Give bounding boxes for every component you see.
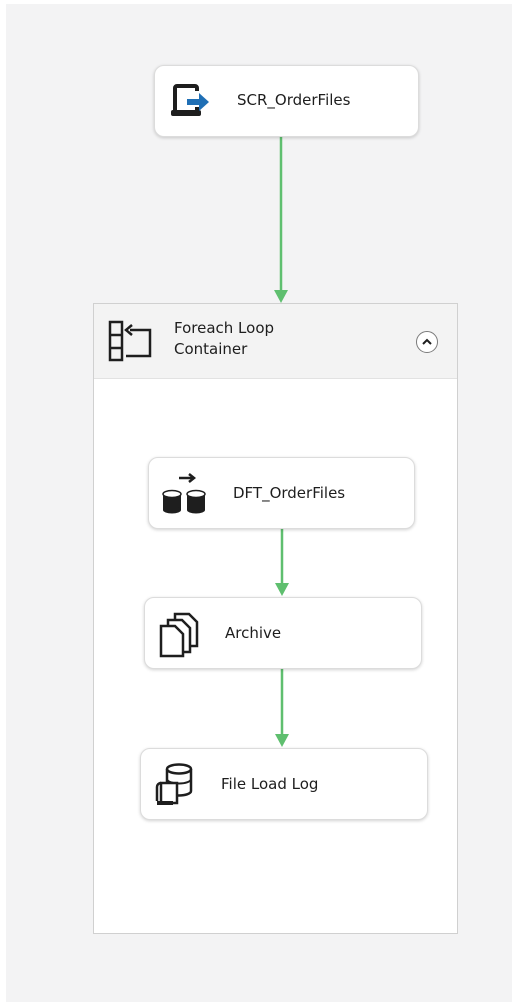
file-system-task-archive[interactable]: Archive: [144, 597, 422, 669]
task-label: File Load Log: [221, 775, 319, 793]
precedence-arrow-archive-to-log[interactable]: [275, 669, 289, 747]
file-system-icon: [159, 612, 199, 658]
execute-sql-icon: [155, 763, 193, 805]
task-label: Archive: [225, 624, 282, 642]
execute-sql-task-file-load-log[interactable]: File Load Log: [140, 748, 428, 820]
data-flow-icon: [162, 473, 206, 514]
precedence-arrow-dft-to-archive[interactable]: [275, 529, 289, 596]
task-label: DFT_OrderFiles: [233, 484, 346, 502]
data-flow-task-dft-orderfiles[interactable]: DFT_OrderFiles: [148, 457, 415, 529]
